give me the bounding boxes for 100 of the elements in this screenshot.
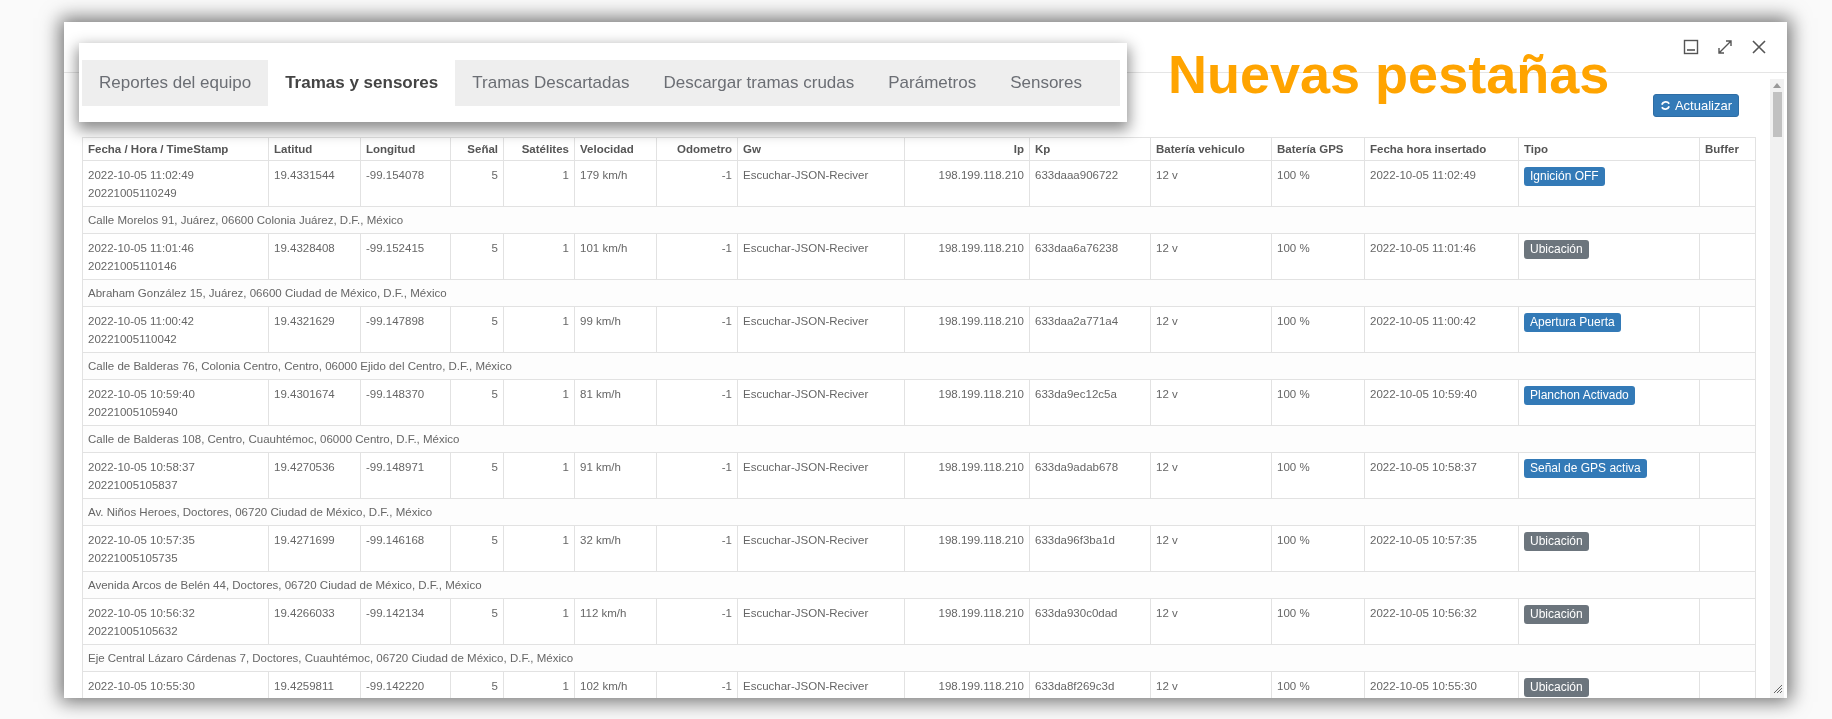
annotation-text: Nuevas pestañas xyxy=(1168,46,1610,102)
scrollbar-thumb[interactable] xyxy=(1772,92,1782,137)
table-cell: 2022-10-05 11:02:49 20221005110249 xyxy=(82,160,269,207)
type-tag: Ubicación xyxy=(1524,532,1589,551)
table-cell: 2022-10-05 11:00:42 20221005110042 xyxy=(82,306,269,353)
table-cell: 2022-10-05 10:56:32 xyxy=(1364,598,1519,645)
table-cell: 2022-10-05 11:01:46 20221005110146 xyxy=(82,233,269,280)
table-cell: 1 xyxy=(503,160,575,207)
table-cell: 19.4301674 xyxy=(268,379,361,426)
table-cell: 19.4270536 xyxy=(268,452,361,499)
table-cell: 32 km/h xyxy=(574,525,657,572)
table-cell: -1 xyxy=(656,598,738,645)
column-header[interactable]: Ip xyxy=(904,137,1030,161)
type-tag: Ignición OFF xyxy=(1524,167,1605,186)
table-cell: 12 v xyxy=(1150,525,1272,572)
table-cell: 1 xyxy=(503,306,575,353)
table-cell: 5 xyxy=(450,233,504,280)
table-cell: 5 xyxy=(450,525,504,572)
refresh-button[interactable]: Actualizar xyxy=(1652,94,1739,117)
table-cell: 198.199.118.210 xyxy=(904,452,1030,499)
table-cell: 2022-10-05 11:01:46 xyxy=(1364,233,1519,280)
scrollbar[interactable] xyxy=(1770,79,1784,698)
table-cell: 112 km/h xyxy=(574,598,657,645)
table-cell: -99.142134 xyxy=(360,598,451,645)
type-tag: Ubicación xyxy=(1524,240,1589,259)
column-header[interactable]: Fecha / Hora / TimeStamp xyxy=(82,137,269,161)
table-cell: 2022-10-05 10:57:35 20221005105735 xyxy=(82,525,269,572)
table-cell: 198.199.118.210 xyxy=(904,525,1030,572)
table-cell: -99.147898 xyxy=(360,306,451,353)
table-cell: Escuchar-JSON-Reciver xyxy=(737,160,905,207)
tab[interactable]: Descargar tramas crudas xyxy=(646,59,872,106)
table-cell: Escuchar-JSON-Reciver xyxy=(737,379,905,426)
tab[interactable]: Parámetros xyxy=(871,59,994,106)
table-cell: 2022-10-05 11:00:42 xyxy=(1364,306,1519,353)
table-cell: 91 km/h xyxy=(574,452,657,499)
column-header[interactable]: Odometro xyxy=(656,137,738,161)
table-cell: 2022-10-05 10:58:37 xyxy=(1364,452,1519,499)
table-cell: 2022-10-05 10:55:30 xyxy=(82,671,269,698)
column-header[interactable]: Velocidad xyxy=(574,137,657,161)
table-cell: -1 xyxy=(656,452,738,499)
table-cell: -99.148971 xyxy=(360,452,451,499)
table-cell: 1 xyxy=(503,598,575,645)
column-header[interactable]: Fecha hora insertado xyxy=(1364,137,1519,161)
column-header[interactable]: Señal xyxy=(450,137,504,161)
type-tag: Ubicación xyxy=(1524,678,1589,697)
table-cell: Escuchar-JSON-Reciver xyxy=(737,452,905,499)
table-cell: -99.148370 xyxy=(360,379,451,426)
table-cell: 198.199.118.210 xyxy=(904,598,1030,645)
table-cell: 2022-10-05 10:57:35 xyxy=(1364,525,1519,572)
table-cell: 100 % xyxy=(1271,233,1365,280)
table-cell: 633daa6a76238 xyxy=(1029,233,1151,280)
table-cell: 633da9adab678 xyxy=(1029,452,1151,499)
address-cell: Calle Morelos 91, Juárez, 06600 Colonia Juárez, D.F., México xyxy=(82,206,1756,234)
column-header[interactable]: Satélites xyxy=(503,137,575,161)
table-cell: -99.152415 xyxy=(360,233,451,280)
resize-grip-icon[interactable] xyxy=(1773,684,1783,694)
table-cell: -1 xyxy=(656,160,738,207)
address-cell: Eje Central Lázaro Cárdenas 7, Doctores, Cuauhtémoc, 06720 Ciudad de México, D.F., México xyxy=(82,644,1756,672)
table-cell: Escuchar-JSON-Reciver xyxy=(737,306,905,353)
table-cell: 2022-10-05 11:02:49 xyxy=(1364,160,1519,207)
tab[interactable]: Tramas Descartadas xyxy=(455,59,647,106)
column-header[interactable]: Tipo xyxy=(1518,137,1700,161)
table-cell: 1 xyxy=(503,379,575,426)
table-cell: 12 v xyxy=(1150,233,1272,280)
table-cell: 12 v xyxy=(1150,160,1272,207)
address-cell: Calle de Balderas 76, Colonia Centro, Centro, 06000 Ejido del Centro, D.F., México xyxy=(82,352,1756,380)
minimize-icon[interactable] xyxy=(1681,37,1701,57)
table-cell: 198.199.118.210 xyxy=(904,379,1030,426)
table-cell: Escuchar-JSON-Reciver xyxy=(737,233,905,280)
table-cell: -99.146168 xyxy=(360,525,451,572)
table-cell: 5 xyxy=(450,306,504,353)
refresh-icon xyxy=(1659,100,1671,111)
table-cell: 12 v xyxy=(1150,452,1272,499)
column-header[interactable]: Buffer xyxy=(1699,137,1756,161)
table-cell: 1 xyxy=(503,452,575,499)
table-cell: 633da96f3ba1d xyxy=(1029,525,1151,572)
table-cell: 1 xyxy=(503,525,575,572)
column-header[interactable]: Batería GPS xyxy=(1271,137,1365,161)
table-cell: 198.199.118.210 xyxy=(904,233,1030,280)
type-tag: Apertura Puerta xyxy=(1524,313,1621,332)
table-cell: 12 v xyxy=(1150,598,1272,645)
table-cell: 633da9ec12c5a xyxy=(1029,379,1151,426)
column-header[interactable]: Gw xyxy=(737,137,905,161)
table-cell: 19.4328408 xyxy=(268,233,361,280)
table-cell: Escuchar-JSON-Reciver xyxy=(737,598,905,645)
column-header[interactable]: Longitud xyxy=(360,137,451,161)
table-cell: 99 km/h xyxy=(574,306,657,353)
table-cell: 100 % xyxy=(1271,160,1365,207)
table-cell: 633daa2a771a4 xyxy=(1029,306,1151,353)
tab[interactable]: Tramas y sensores xyxy=(268,59,456,106)
tab[interactable]: Sensores xyxy=(993,59,1099,106)
expand-icon[interactable] xyxy=(1715,37,1735,57)
table-cell: 2022-10-05 10:59:40 xyxy=(1364,379,1519,426)
table-cell: 101 km/h xyxy=(574,233,657,280)
tab[interactable]: Reportes del equipo xyxy=(82,59,269,106)
column-header[interactable]: Batería vehiculo xyxy=(1150,137,1272,161)
column-header[interactable]: Kp xyxy=(1029,137,1151,161)
table-cell: 100 % xyxy=(1271,452,1365,499)
table-cell: -1 xyxy=(656,379,738,426)
column-header[interactable]: Latitud xyxy=(268,137,361,161)
